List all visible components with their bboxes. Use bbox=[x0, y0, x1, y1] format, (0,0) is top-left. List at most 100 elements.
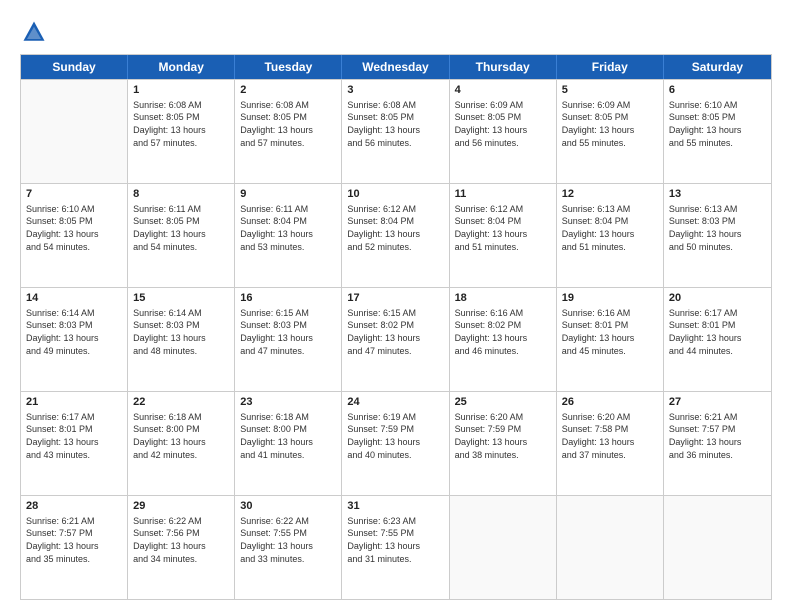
day-info: Sunrise: 6:23 AMSunset: 7:55 PMDaylight:… bbox=[347, 515, 443, 565]
day-number: 7 bbox=[26, 187, 122, 202]
day-info: Sunrise: 6:18 AMSunset: 8:00 PMDaylight:… bbox=[133, 411, 229, 461]
calendar-cell: 7Sunrise: 6:10 AMSunset: 8:05 PMDaylight… bbox=[21, 184, 128, 287]
calendar-cell: 21Sunrise: 6:17 AMSunset: 8:01 PMDayligh… bbox=[21, 392, 128, 495]
calendar-cell: 16Sunrise: 6:15 AMSunset: 8:03 PMDayligh… bbox=[235, 288, 342, 391]
day-info: Sunrise: 6:15 AMSunset: 8:03 PMDaylight:… bbox=[240, 307, 336, 357]
day-info: Sunrise: 6:14 AMSunset: 8:03 PMDaylight:… bbox=[133, 307, 229, 357]
calendar-week-4: 21Sunrise: 6:17 AMSunset: 8:01 PMDayligh… bbox=[21, 391, 771, 495]
day-number: 30 bbox=[240, 499, 336, 514]
calendar-cell: 18Sunrise: 6:16 AMSunset: 8:02 PMDayligh… bbox=[450, 288, 557, 391]
calendar-cell: 3Sunrise: 6:08 AMSunset: 8:05 PMDaylight… bbox=[342, 80, 449, 183]
calendar-cell: 10Sunrise: 6:12 AMSunset: 8:04 PMDayligh… bbox=[342, 184, 449, 287]
calendar-cell: 13Sunrise: 6:13 AMSunset: 8:03 PMDayligh… bbox=[664, 184, 771, 287]
calendar-cell bbox=[450, 496, 557, 599]
calendar-cell: 4Sunrise: 6:09 AMSunset: 8:05 PMDaylight… bbox=[450, 80, 557, 183]
calendar-cell: 29Sunrise: 6:22 AMSunset: 7:56 PMDayligh… bbox=[128, 496, 235, 599]
day-info: Sunrise: 6:14 AMSunset: 8:03 PMDaylight:… bbox=[26, 307, 122, 357]
day-number: 28 bbox=[26, 499, 122, 514]
day-number: 2 bbox=[240, 83, 336, 98]
header-day-friday: Friday bbox=[557, 55, 664, 79]
day-number: 20 bbox=[669, 291, 766, 306]
calendar-cell: 25Sunrise: 6:20 AMSunset: 7:59 PMDayligh… bbox=[450, 392, 557, 495]
day-info: Sunrise: 6:10 AMSunset: 8:05 PMDaylight:… bbox=[26, 203, 122, 253]
calendar-cell: 15Sunrise: 6:14 AMSunset: 8:03 PMDayligh… bbox=[128, 288, 235, 391]
day-number: 4 bbox=[455, 83, 551, 98]
calendar-week-3: 14Sunrise: 6:14 AMSunset: 8:03 PMDayligh… bbox=[21, 287, 771, 391]
day-info: Sunrise: 6:22 AMSunset: 7:56 PMDaylight:… bbox=[133, 515, 229, 565]
day-info: Sunrise: 6:11 AMSunset: 8:05 PMDaylight:… bbox=[133, 203, 229, 253]
calendar-cell: 30Sunrise: 6:22 AMSunset: 7:55 PMDayligh… bbox=[235, 496, 342, 599]
day-info: Sunrise: 6:10 AMSunset: 8:05 PMDaylight:… bbox=[669, 99, 766, 149]
day-number: 6 bbox=[669, 83, 766, 98]
calendar-cell: 14Sunrise: 6:14 AMSunset: 8:03 PMDayligh… bbox=[21, 288, 128, 391]
calendar-cell: 1Sunrise: 6:08 AMSunset: 8:05 PMDaylight… bbox=[128, 80, 235, 183]
day-number: 19 bbox=[562, 291, 658, 306]
day-number: 3 bbox=[347, 83, 443, 98]
calendar-cell: 8Sunrise: 6:11 AMSunset: 8:05 PMDaylight… bbox=[128, 184, 235, 287]
day-number: 12 bbox=[562, 187, 658, 202]
day-number: 25 bbox=[455, 395, 551, 410]
calendar-cell: 20Sunrise: 6:17 AMSunset: 8:01 PMDayligh… bbox=[664, 288, 771, 391]
header-day-thursday: Thursday bbox=[450, 55, 557, 79]
day-info: Sunrise: 6:13 AMSunset: 8:03 PMDaylight:… bbox=[669, 203, 766, 253]
day-info: Sunrise: 6:22 AMSunset: 7:55 PMDaylight:… bbox=[240, 515, 336, 565]
day-number: 5 bbox=[562, 83, 658, 98]
calendar-cell: 2Sunrise: 6:08 AMSunset: 8:05 PMDaylight… bbox=[235, 80, 342, 183]
calendar-body: 1Sunrise: 6:08 AMSunset: 8:05 PMDaylight… bbox=[21, 79, 771, 599]
day-number: 10 bbox=[347, 187, 443, 202]
day-number: 14 bbox=[26, 291, 122, 306]
day-number: 8 bbox=[133, 187, 229, 202]
day-info: Sunrise: 6:09 AMSunset: 8:05 PMDaylight:… bbox=[562, 99, 658, 149]
day-number: 27 bbox=[669, 395, 766, 410]
calendar-cell: 24Sunrise: 6:19 AMSunset: 7:59 PMDayligh… bbox=[342, 392, 449, 495]
day-info: Sunrise: 6:19 AMSunset: 7:59 PMDaylight:… bbox=[347, 411, 443, 461]
calendar-header: SundayMondayTuesdayWednesdayThursdayFrid… bbox=[21, 55, 771, 79]
calendar-cell: 6Sunrise: 6:10 AMSunset: 8:05 PMDaylight… bbox=[664, 80, 771, 183]
day-info: Sunrise: 6:08 AMSunset: 8:05 PMDaylight:… bbox=[240, 99, 336, 149]
day-info: Sunrise: 6:17 AMSunset: 8:01 PMDaylight:… bbox=[669, 307, 766, 357]
header-day-monday: Monday bbox=[128, 55, 235, 79]
logo bbox=[20, 18, 52, 46]
day-number: 11 bbox=[455, 187, 551, 202]
day-number: 29 bbox=[133, 499, 229, 514]
calendar-week-2: 7Sunrise: 6:10 AMSunset: 8:05 PMDaylight… bbox=[21, 183, 771, 287]
header-day-tuesday: Tuesday bbox=[235, 55, 342, 79]
day-info: Sunrise: 6:09 AMSunset: 8:05 PMDaylight:… bbox=[455, 99, 551, 149]
day-info: Sunrise: 6:18 AMSunset: 8:00 PMDaylight:… bbox=[240, 411, 336, 461]
day-number: 13 bbox=[669, 187, 766, 202]
day-info: Sunrise: 6:16 AMSunset: 8:01 PMDaylight:… bbox=[562, 307, 658, 357]
calendar-cell: 17Sunrise: 6:15 AMSunset: 8:02 PMDayligh… bbox=[342, 288, 449, 391]
calendar-cell: 12Sunrise: 6:13 AMSunset: 8:04 PMDayligh… bbox=[557, 184, 664, 287]
calendar-cell bbox=[664, 496, 771, 599]
day-info: Sunrise: 6:08 AMSunset: 8:05 PMDaylight:… bbox=[133, 99, 229, 149]
logo-icon bbox=[20, 18, 48, 46]
day-info: Sunrise: 6:20 AMSunset: 7:59 PMDaylight:… bbox=[455, 411, 551, 461]
day-info: Sunrise: 6:21 AMSunset: 7:57 PMDaylight:… bbox=[26, 515, 122, 565]
day-info: Sunrise: 6:12 AMSunset: 8:04 PMDaylight:… bbox=[455, 203, 551, 253]
day-number: 1 bbox=[133, 83, 229, 98]
day-info: Sunrise: 6:08 AMSunset: 8:05 PMDaylight:… bbox=[347, 99, 443, 149]
day-number: 9 bbox=[240, 187, 336, 202]
day-info: Sunrise: 6:15 AMSunset: 8:02 PMDaylight:… bbox=[347, 307, 443, 357]
calendar-cell: 26Sunrise: 6:20 AMSunset: 7:58 PMDayligh… bbox=[557, 392, 664, 495]
day-number: 23 bbox=[240, 395, 336, 410]
day-info: Sunrise: 6:11 AMSunset: 8:04 PMDaylight:… bbox=[240, 203, 336, 253]
day-info: Sunrise: 6:17 AMSunset: 8:01 PMDaylight:… bbox=[26, 411, 122, 461]
day-info: Sunrise: 6:12 AMSunset: 8:04 PMDaylight:… bbox=[347, 203, 443, 253]
day-number: 16 bbox=[240, 291, 336, 306]
calendar-cell: 23Sunrise: 6:18 AMSunset: 8:00 PMDayligh… bbox=[235, 392, 342, 495]
header-day-sunday: Sunday bbox=[21, 55, 128, 79]
day-info: Sunrise: 6:21 AMSunset: 7:57 PMDaylight:… bbox=[669, 411, 766, 461]
calendar-cell: 27Sunrise: 6:21 AMSunset: 7:57 PMDayligh… bbox=[664, 392, 771, 495]
calendar-cell: 5Sunrise: 6:09 AMSunset: 8:05 PMDaylight… bbox=[557, 80, 664, 183]
calendar: SundayMondayTuesdayWednesdayThursdayFrid… bbox=[20, 54, 772, 600]
day-info: Sunrise: 6:16 AMSunset: 8:02 PMDaylight:… bbox=[455, 307, 551, 357]
calendar-cell: 31Sunrise: 6:23 AMSunset: 7:55 PMDayligh… bbox=[342, 496, 449, 599]
day-number: 21 bbox=[26, 395, 122, 410]
day-number: 18 bbox=[455, 291, 551, 306]
day-number: 24 bbox=[347, 395, 443, 410]
header-day-wednesday: Wednesday bbox=[342, 55, 449, 79]
calendar-week-5: 28Sunrise: 6:21 AMSunset: 7:57 PMDayligh… bbox=[21, 495, 771, 599]
calendar-cell bbox=[557, 496, 664, 599]
calendar-cell: 11Sunrise: 6:12 AMSunset: 8:04 PMDayligh… bbox=[450, 184, 557, 287]
